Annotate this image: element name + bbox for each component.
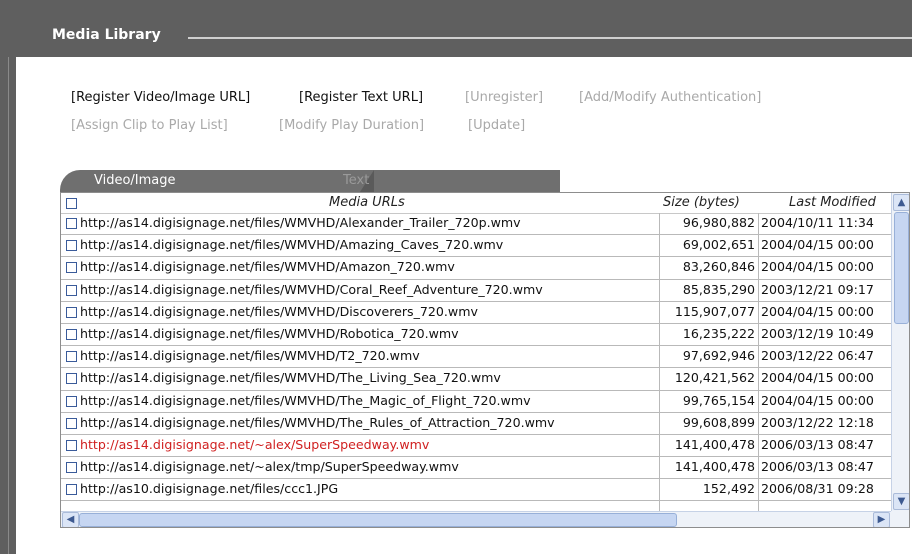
row-last-modified: 2003/12/22 12:18 (761, 414, 874, 430)
update-link[interactable]: [Update] (468, 118, 525, 133)
row-size: 97,692,946 (682, 348, 755, 364)
row-media-url: http://as14.digisignage.net/files/WMVHD/… (80, 215, 521, 230)
row-last-modified: 2003/12/21 09:17 (761, 281, 874, 297)
table-row[interactable]: http://as14.digisignage.net/files/WMVHD/… (61, 368, 891, 391)
table-row[interactable]: http://as14.digisignage.net/files/WMVHD/… (61, 346, 891, 369)
row-checkbox[interactable] (66, 306, 77, 318)
scroll-right-arrow-icon[interactable]: ▶ (873, 512, 890, 527)
row-size: 83,260,846 (682, 259, 755, 275)
row-size: 69,002,651 (682, 237, 755, 253)
row-checkbox[interactable] (66, 284, 77, 296)
row-media-url: http://as14.digisignage.net/files/WMVHD/… (80, 348, 420, 364)
select-all-checkbox[interactable] (66, 198, 77, 209)
row-last-modified: 2004/04/15 00:00 (761, 259, 874, 275)
row-media-url: http://as14.digisignage.net/~alex/tmp/Su… (80, 459, 459, 475)
row-size: 96,980,882 (682, 215, 755, 230)
add-modify-authentication-link[interactable]: [Add/Modify Authentication] (579, 90, 761, 105)
row-size: 16,235,222 (682, 325, 755, 341)
table-body: http://as14.digisignage.net/files/WMVHD/… (61, 213, 891, 527)
content-panel-corner (16, 57, 912, 117)
assign-clip-to-play-list-link[interactable]: [Assign Clip to Play List] (71, 118, 228, 133)
scrollbar-corner (891, 511, 909, 527)
row-last-modified: 2003/12/19 10:49 (761, 325, 874, 341)
table-row[interactable]: http://as14.digisignage.net/~alex/SuperS… (61, 435, 891, 458)
table-row[interactable]: http://as14.digisignage.net/files/WMVHD/… (61, 257, 891, 280)
row-size: 85,835,290 (682, 281, 755, 297)
header-band: Media Library (0, 0, 912, 117)
tab-video-image[interactable]: Video/Image (94, 173, 176, 188)
table-row[interactable]: http://as14.digisignage.net/files/WMVHD/… (61, 413, 891, 435)
row-last-modified: 2006/08/31 09:28 (761, 481, 874, 497)
register-text-url-link[interactable]: [Register Text URL] (299, 90, 423, 105)
row-media-url: http://as14.digisignage.net/files/WMVHD/… (80, 303, 478, 319)
column-divider (659, 213, 660, 527)
row-size: 99,608,899 (682, 414, 755, 430)
page-title: Media Library (52, 27, 161, 43)
column-header-size[interactable]: Size (bytes) (663, 195, 740, 210)
row-last-modified: 2004/04/15 00:00 (761, 392, 874, 408)
row-media-url: http://as14.digisignage.net/~alex/SuperS… (80, 436, 430, 452)
table-row[interactable]: http://as14.digisignage.net/files/WMVHD/… (61, 302, 891, 324)
row-media-url: http://as14.digisignage.net/files/WMVHD/… (80, 281, 543, 297)
row-checkbox[interactable] (66, 262, 77, 274)
row-size: 141,400,478 (674, 436, 755, 452)
header-divider (188, 37, 912, 39)
row-media-url: http://as10.digisignage.net/files/ccc1.J… (80, 481, 339, 497)
table-row[interactable]: http://as14.digisignage.net/files/WMVHD/… (61, 213, 891, 236)
row-size: 115,907,077 (674, 303, 755, 319)
table-header: Media URLs Size (bytes) Last Modified (61, 193, 891, 214)
row-last-modified: 2004/04/15 00:00 (761, 370, 874, 386)
row-checkbox[interactable] (66, 351, 77, 363)
row-media-url: http://as14.digisignage.net/files/WMVHD/… (80, 259, 455, 275)
row-last-modified: 2006/03/13 08:47 (761, 459, 874, 475)
horizontal-scroll-thumb[interactable] (79, 513, 677, 527)
row-media-url: http://as14.digisignage.net/files/WMVHD/… (80, 392, 531, 408)
unregister-link[interactable]: [Unregister] (465, 90, 543, 105)
modify-play-duration-link[interactable]: [Modify Play Duration] (279, 118, 424, 133)
row-size: 120,421,562 (674, 370, 755, 386)
row-checkbox[interactable] (66, 328, 77, 340)
row-media-url: http://as14.digisignage.net/files/WMVHD/… (80, 325, 459, 341)
scroll-left-arrow-icon[interactable]: ◀ (62, 512, 79, 527)
row-checkbox[interactable] (66, 439, 77, 451)
row-checkbox[interactable] (66, 462, 77, 474)
table-row[interactable]: http://as10.digisignage.net/files/ccc1.J… (61, 479, 891, 502)
horizontal-scrollbar[interactable]: ◀ ▶ (61, 511, 891, 527)
tab-text[interactable]: Text (343, 173, 369, 188)
left-border-line (8, 57, 9, 554)
scroll-down-arrow-icon[interactable]: ▼ (893, 493, 909, 510)
table-row[interactable]: http://as14.digisignage.net/~alex/tmp/Su… (61, 457, 891, 480)
row-checkbox[interactable] (66, 373, 77, 385)
row-checkbox[interactable] (66, 417, 77, 429)
row-checkbox[interactable] (66, 240, 77, 252)
column-header-media-urls[interactable]: Media URLs (329, 195, 405, 210)
row-size: 99,765,154 (682, 392, 755, 408)
media-table: Media URLs Size (bytes) Last Modified ht… (60, 192, 910, 528)
column-header-last-modified[interactable]: Last Modified (789, 195, 876, 210)
column-divider (758, 213, 759, 527)
row-media-url: http://as14.digisignage.net/files/WMVHD/… (80, 370, 501, 386)
row-media-url: http://as14.digisignage.net/files/WMVHD/… (80, 414, 555, 430)
table-row[interactable]: http://as14.digisignage.net/files/WMVHD/… (61, 324, 891, 347)
row-checkbox[interactable] (66, 395, 77, 407)
table-row[interactable]: http://as14.digisignage.net/files/WMVHD/… (61, 235, 891, 258)
row-last-modified: 2004/04/15 00:00 (761, 237, 874, 253)
row-last-modified: 2003/12/22 06:47 (761, 348, 874, 364)
register-video-image-url-link[interactable]: [Register Video/Image URL] (71, 90, 250, 105)
row-size: 152,492 (702, 481, 755, 497)
tab-bar: Video/Image Text (60, 170, 560, 192)
scroll-up-arrow-icon[interactable]: ▲ (893, 194, 909, 211)
row-size: 141,400,478 (674, 459, 755, 475)
row-last-modified: 2004/10/11 11:34 (761, 215, 874, 230)
row-media-url: http://as14.digisignage.net/files/WMVHD/… (80, 237, 504, 253)
table-row[interactable]: http://as14.digisignage.net/files/WMVHD/… (61, 391, 891, 413)
row-last-modified: 2004/04/15 00:00 (761, 303, 874, 319)
row-checkbox[interactable] (66, 218, 77, 229)
vertical-scroll-thumb[interactable] (894, 212, 909, 324)
row-last-modified: 2006/03/13 08:47 (761, 436, 874, 452)
row-checkbox[interactable] (66, 484, 77, 496)
table-row[interactable]: http://as14.digisignage.net/files/WMVHD/… (61, 280, 891, 302)
vertical-scrollbar[interactable]: ▲ ▼ (891, 193, 909, 511)
